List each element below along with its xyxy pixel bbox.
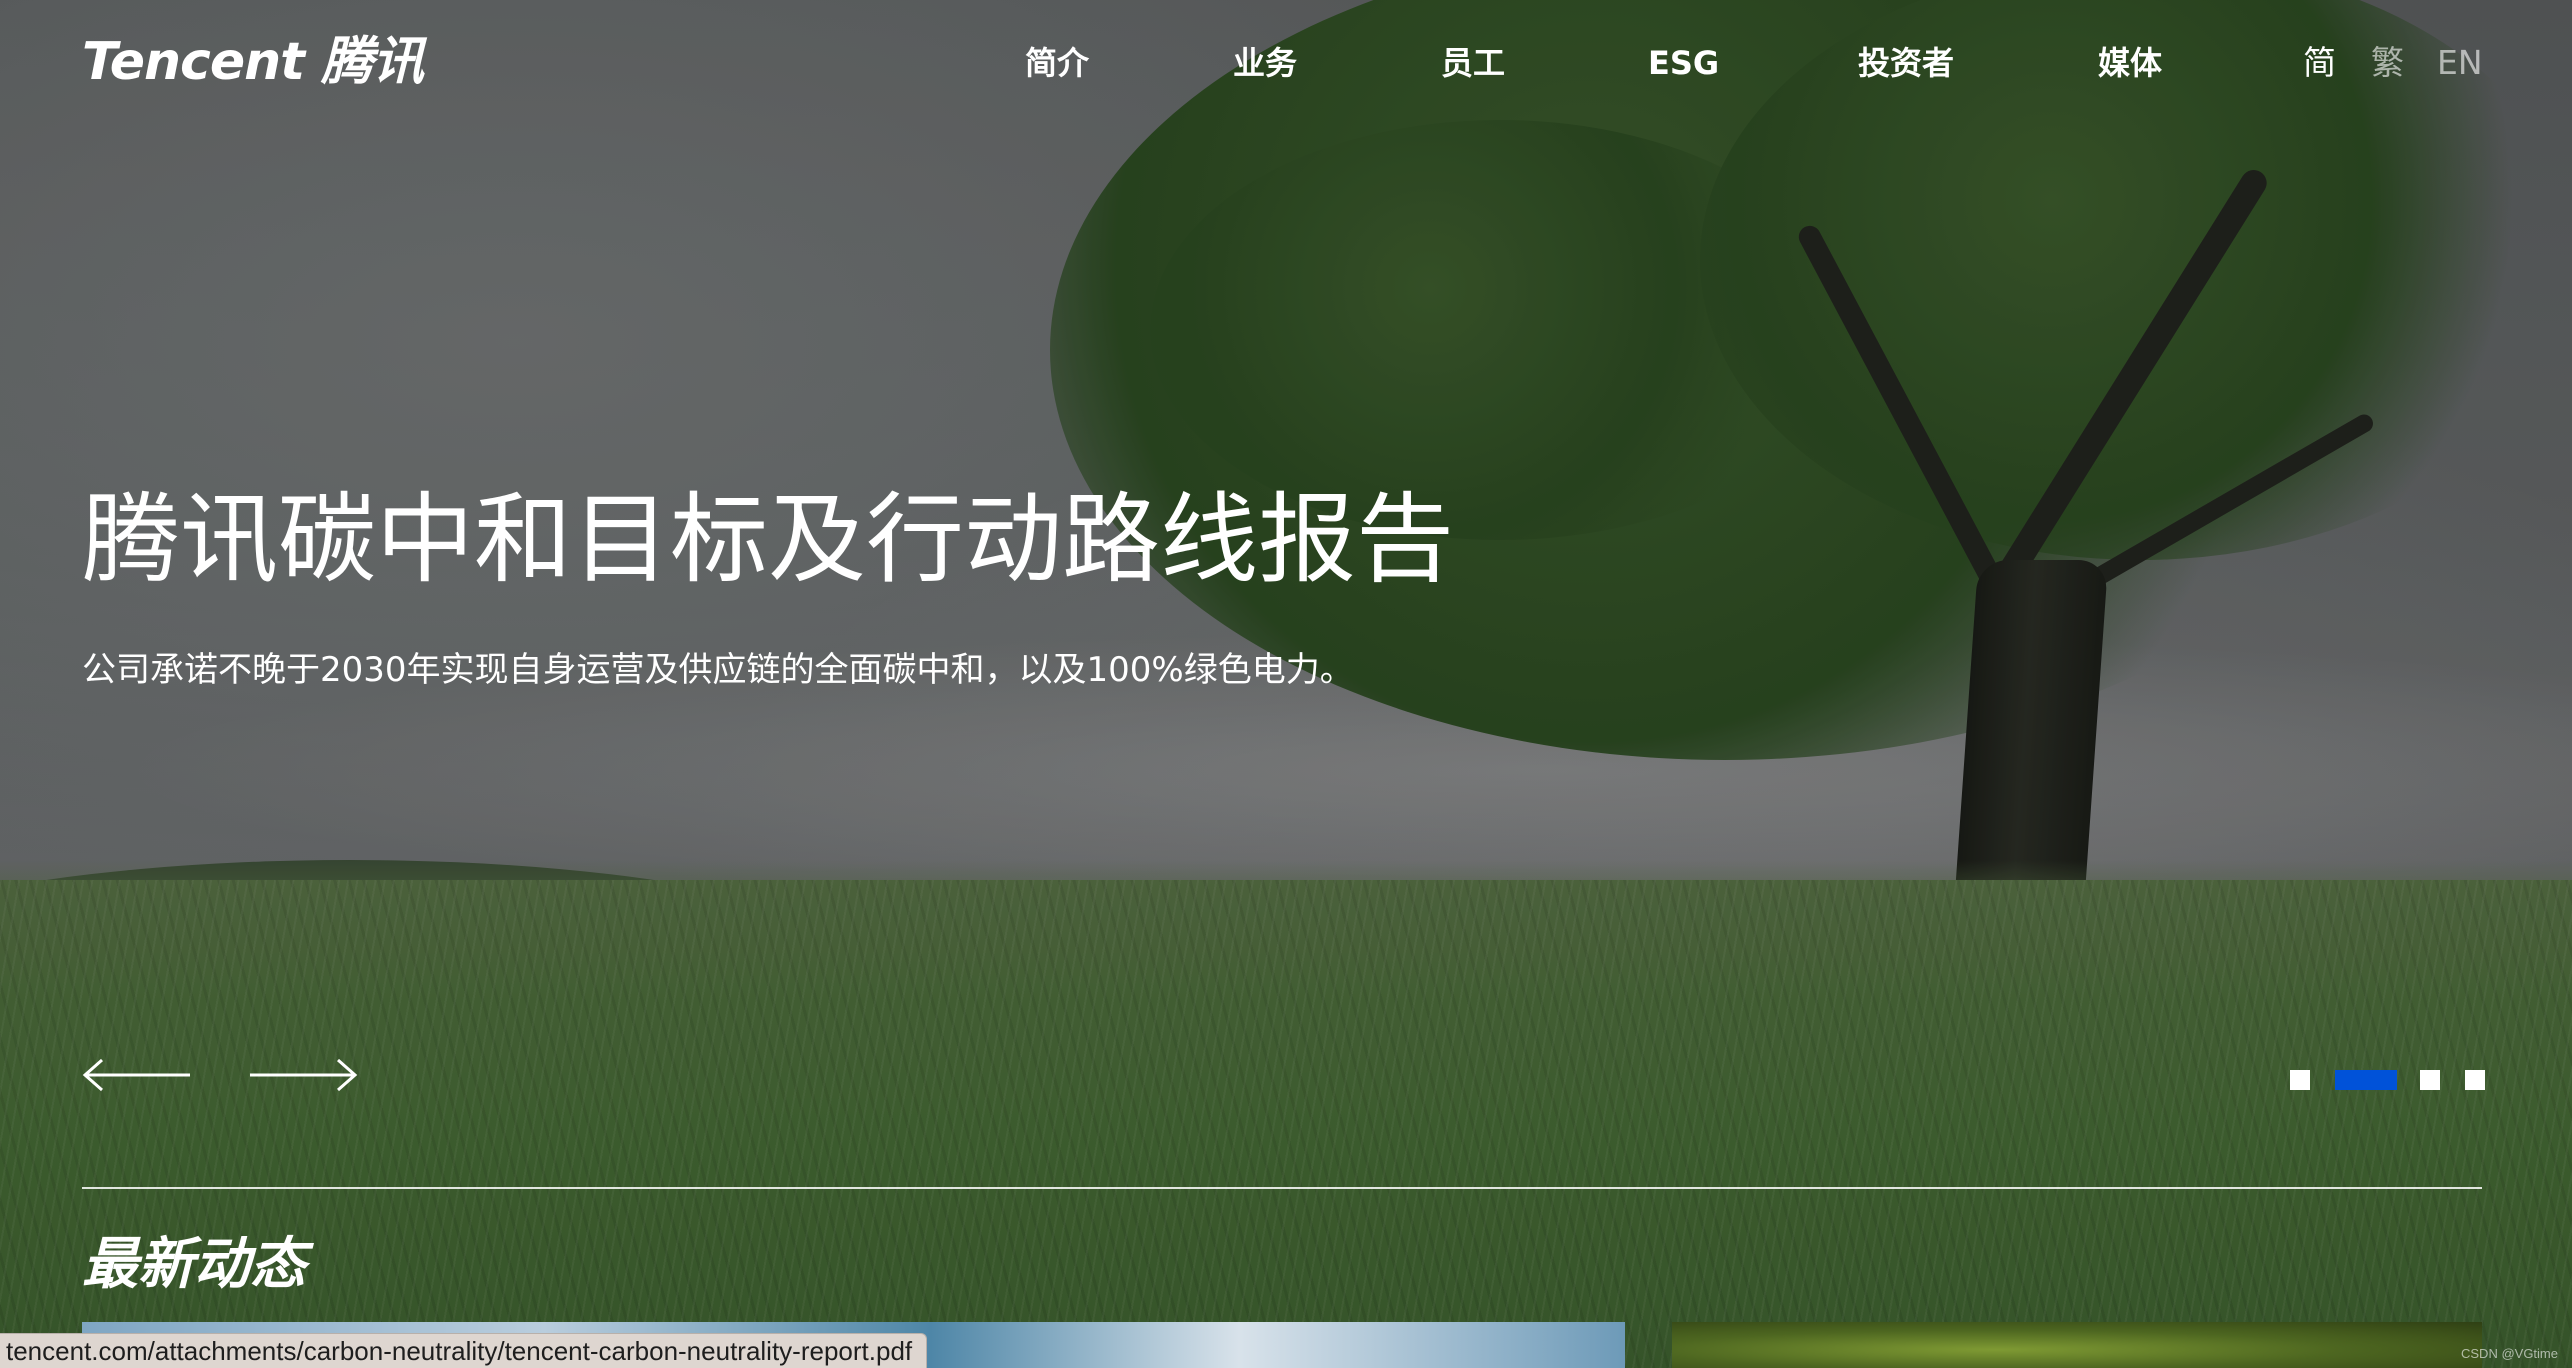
carousel-prev-button[interactable] bbox=[82, 1050, 192, 1100]
nav-item-business[interactable]: 业务 bbox=[1233, 38, 1297, 88]
nav-item-investors[interactable]: 投资者 bbox=[1858, 38, 1954, 88]
lang-english[interactable]: EN bbox=[2437, 38, 2483, 88]
carousel-dot-1[interactable] bbox=[2290, 1070, 2310, 1090]
watermark: CSDN @VGtime bbox=[2461, 1346, 2558, 1361]
news-card-thumbnail[interactable] bbox=[1672, 1322, 2482, 1368]
carousel-dot-2-active[interactable] bbox=[2335, 1070, 2397, 1090]
lang-simplified[interactable]: 简 bbox=[2303, 38, 2336, 88]
carousel-dot-3[interactable] bbox=[2420, 1070, 2440, 1090]
carousel-dot-4[interactable] bbox=[2465, 1070, 2485, 1090]
hero-title[interactable]: 腾讯碳中和目标及行动路线报告 bbox=[82, 480, 1454, 600]
main-nav: 简介 业务 员工 ESG 投资者 媒体 bbox=[1000, 38, 2200, 88]
tencent-homepage: Tencent 腾讯 简介 业务 员工 ESG 投资者 媒体 简 繁 EN 腾讯… bbox=[0, 0, 2572, 1368]
carousel-indicators bbox=[2290, 1070, 2485, 1092]
tencent-logo[interactable]: Tencent 腾讯 bbox=[82, 32, 424, 92]
status-bar-url: tencent.com/attachments/carbon-neutralit… bbox=[0, 1333, 928, 1368]
arrow-left-icon bbox=[82, 1058, 190, 1092]
section-divider bbox=[82, 1187, 2482, 1189]
hero-subtitle: 公司承诺不晚于2030年实现自身运营及供应链的全面碳中和，以及100%绿色电力。 bbox=[82, 650, 1354, 690]
nav-item-employees[interactable]: 员工 bbox=[1441, 38, 1505, 88]
lang-traditional[interactable]: 繁 bbox=[2371, 38, 2404, 88]
nav-item-esg[interactable]: ESG bbox=[1648, 38, 1719, 88]
latest-news-heading: 最新动态 bbox=[82, 1232, 306, 1297]
arrow-right-icon bbox=[250, 1058, 358, 1092]
carousel-next-button[interactable] bbox=[248, 1050, 358, 1100]
nav-item-intro[interactable]: 简介 bbox=[1025, 38, 1089, 88]
nav-item-media[interactable]: 媒体 bbox=[2098, 38, 2162, 88]
